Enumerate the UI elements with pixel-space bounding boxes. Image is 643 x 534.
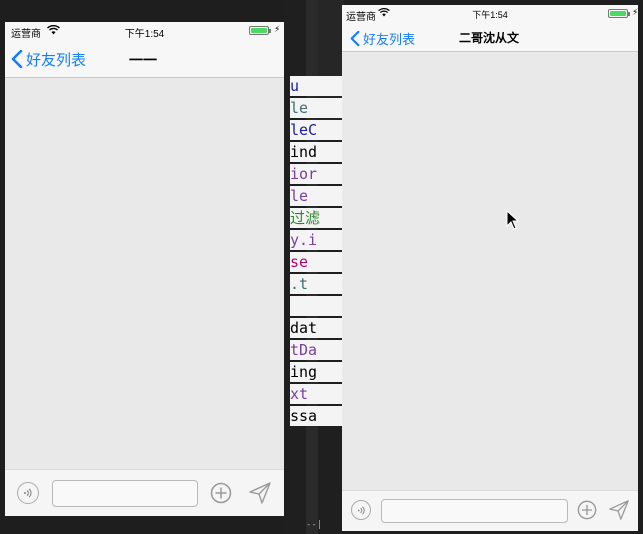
ide-code-line: leC [290,120,344,140]
ide-code-line: se [290,252,344,272]
ide-code-line: ior [290,164,344,184]
ide-code-line: ing [290,362,344,382]
message-input[interactable] [52,480,198,507]
voice-button[interactable] [17,482,39,504]
ide-code-line: 过滤 [290,208,344,228]
chat-message-area[interactable] [342,52,638,491]
ide-code-line: xt [290,384,344,404]
chevron-left-icon [11,50,23,68]
ide-status-text: --| [306,520,323,530]
chat-message-area[interactable] [5,78,284,468]
battery-icon [608,9,628,18]
navigation-bar: 好友列表 二哥沈从文 [342,23,638,52]
chat-input-bar [5,469,284,516]
page-title: 二哥沈从文 [459,31,520,45]
ide-code-line: le [290,186,344,206]
ide-code-line [290,296,344,316]
chevron-left-icon [350,30,360,46]
message-input[interactable] [381,499,568,523]
status-bar: 运营商 下午1:54 ⚡ [342,5,638,23]
ide-code-line: dat [290,318,344,338]
ide-code-line: tDa [290,340,344,360]
status-bar: 运营商 下午1:54 ⚡ [5,22,284,40]
charging-icon: ⚡ [274,24,281,34]
navigation-bar: 好友列表 一一 [5,40,284,78]
left-phone-screen: 运营商 下午1:54 ⚡ 好友列表 一一 [5,22,284,516]
add-button[interactable] [577,500,597,520]
status-time: 下午1:54 [124,29,165,40]
voice-button[interactable] [351,500,371,520]
mouse-pointer-icon [506,210,520,230]
charging-icon: ⚡ [632,7,638,17]
back-button[interactable]: 好友列表 [350,27,415,49]
ide-code-line: le [290,98,344,118]
add-button[interactable] [210,482,232,504]
voice-wave-icon [24,488,32,498]
back-button-label: 好友列表 [26,51,87,69]
chat-input-bar [342,490,638,531]
ide-code-line: .t [290,274,344,294]
send-button[interactable] [608,499,630,521]
voice-wave-icon [357,505,365,515]
back-button-label: 好友列表 [363,31,416,47]
ide-code-line: ssa [290,406,344,426]
right-phone-screen: 运营商 下午1:54 ⚡ 好友列表 二哥沈从文 [342,5,638,531]
page-title: 一一 [129,52,157,68]
send-button[interactable] [248,481,272,505]
ide-code-line: y.i [290,230,344,250]
back-button[interactable]: 好友列表 [11,48,86,70]
battery-icon [249,26,269,35]
ide-code-line: u [290,76,344,96]
status-time: 下午1:54 [472,10,508,20]
ide-code-line: ind [290,142,344,162]
